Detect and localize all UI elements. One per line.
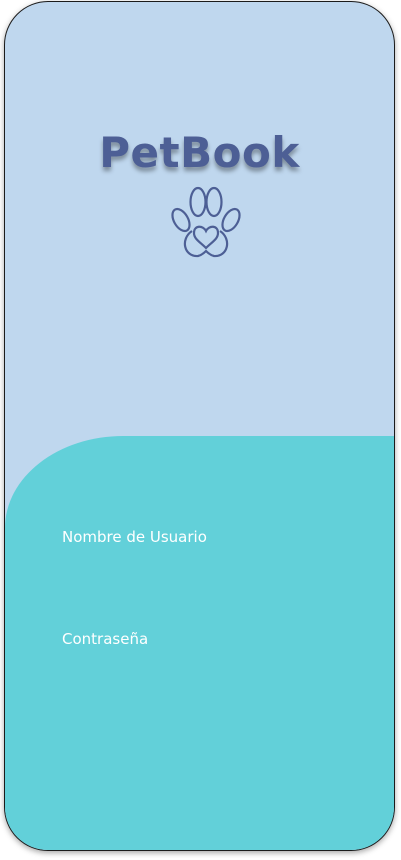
phone-frame: PetBook Nombre de Usuario Contraseña (4, 1, 395, 851)
paw-heart-icon (171, 186, 241, 258)
password-input[interactable] (62, 654, 342, 684)
app-logo-title: PetBook (99, 128, 300, 177)
password-label: Contraseña (62, 630, 149, 648)
login-panel: Nombre de Usuario Contraseña (5, 436, 394, 850)
username-input[interactable] (62, 552, 342, 582)
username-label: Nombre de Usuario (62, 528, 207, 546)
